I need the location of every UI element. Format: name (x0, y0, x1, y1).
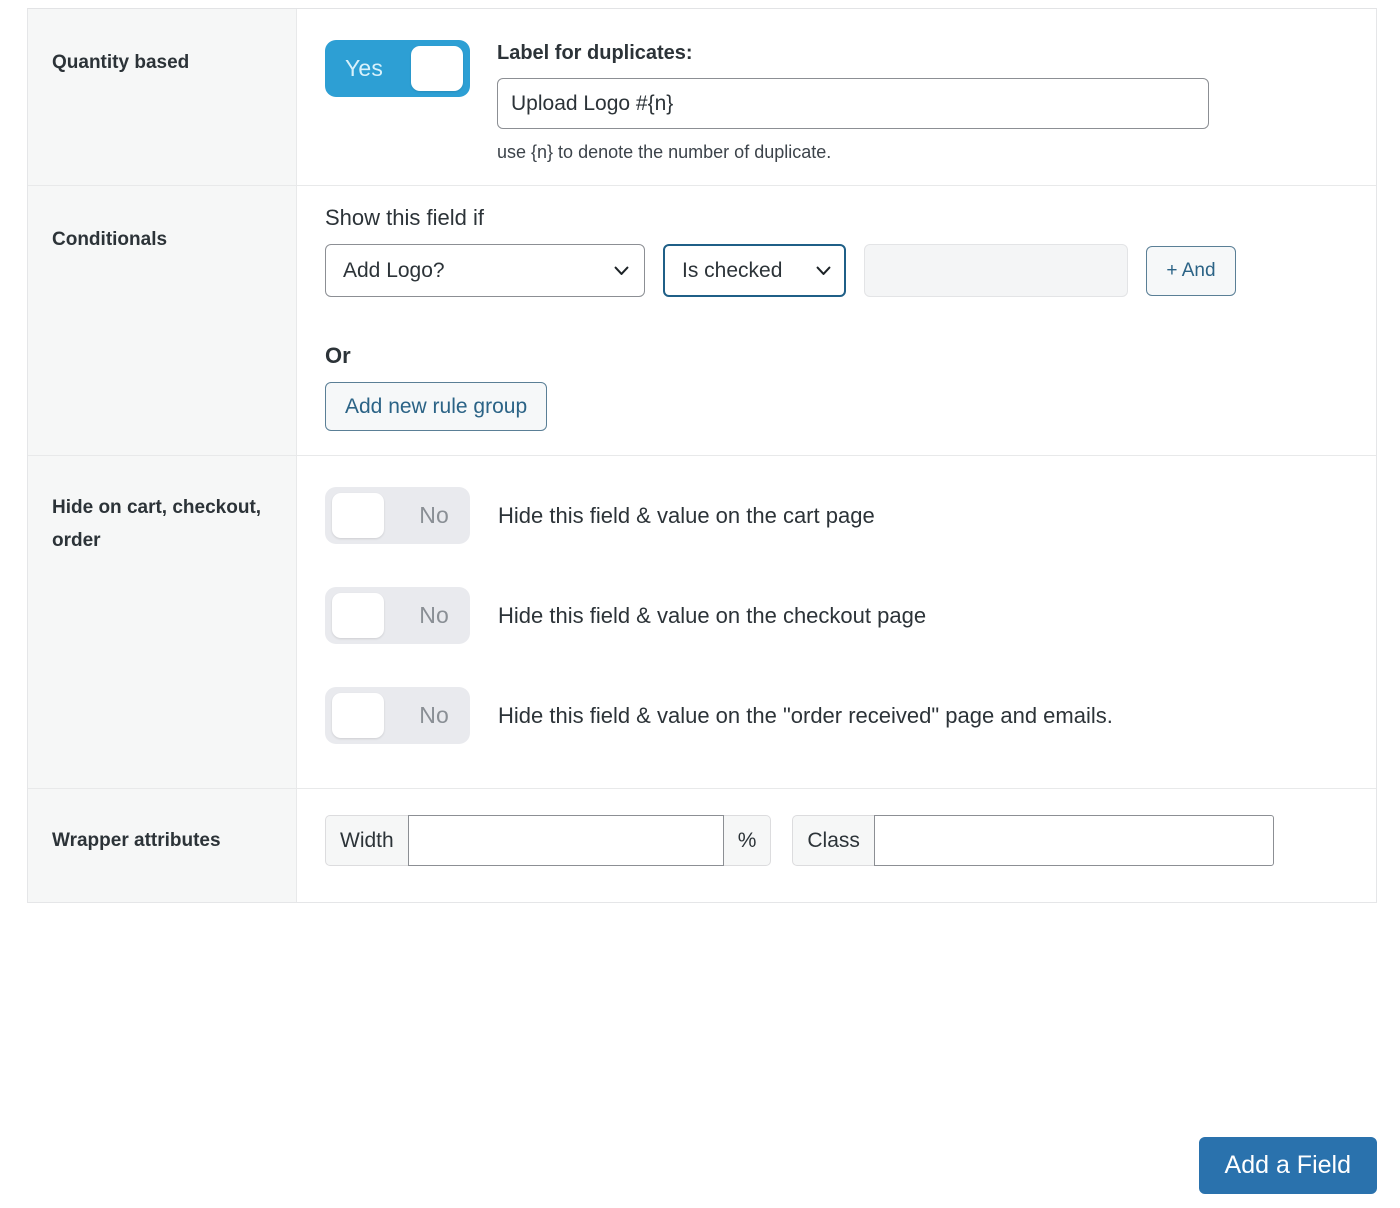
row-wrapper-attributes: Wrapper attributes Width % Class (28, 788, 1376, 902)
add-a-field-button[interactable]: Add a Field (1198, 1137, 1377, 1194)
wrapper-width-unit-label: % (723, 815, 772, 866)
add-new-rule-group-button[interactable]: Add new rule group (325, 382, 548, 431)
row-conditionals: Conditionals Show this field if Add Logo… (28, 185, 1376, 455)
wrapper-width-label: Width (325, 815, 408, 866)
toggle-knob (332, 693, 384, 738)
row-body-quantity-based: Yes Label for duplicates: use {n} to den… (297, 9, 1376, 185)
row-body-wrapper-attributes: Width % Class (297, 789, 1376, 902)
toggle-knob (332, 493, 384, 538)
quantity-based-toggle[interactable]: Yes (325, 40, 470, 97)
hide-on-order-received-toggle[interactable]: No (325, 687, 470, 744)
duplicates-label-input[interactable] (497, 78, 1209, 129)
conditional-rule-row: Add Logo? Is checked + And (325, 244, 1354, 297)
duplicates-label: Label for duplicates: (497, 42, 693, 64)
footer-actions: Add a Field (27, 1137, 1377, 1194)
hide-on-order-received-toggle-label: No (419, 702, 449, 728)
conditional-field-select[interactable]: Add Logo? (325, 244, 645, 297)
duplicates-group: Label for duplicates: use {n} to denote … (497, 40, 1209, 163)
wrapper-class-group: Class (792, 815, 1274, 866)
add-and-condition-button[interactable]: + And (1146, 246, 1236, 296)
row-label-wrapper-attributes: Wrapper attributes (28, 789, 297, 902)
conditionals-or-label: Or (325, 343, 351, 368)
row-label-conditionals: Conditionals (28, 186, 297, 455)
hide-on-cart-toggle-label: No (419, 502, 449, 528)
conditional-value-input[interactable] (864, 244, 1128, 297)
quantity-based-toggle-label: Yes (345, 55, 384, 81)
hide-on-order-received-description: Hide this field & value on the "order re… (498, 702, 1113, 728)
chevron-down-icon (614, 266, 629, 275)
chevron-down-icon (816, 266, 831, 275)
row-hide-on-cart-checkout-order: Hide on cart, checkout, order No Hide th… (28, 455, 1376, 788)
row-label-quantity-based: Quantity based (28, 9, 297, 185)
toggle-knob (332, 593, 384, 638)
wrapper-width-input[interactable] (407, 815, 724, 866)
hide-on-checkout-description: Hide this field & value on the checkout … (498, 602, 927, 628)
duplicates-help-text: use {n} to denote the number of duplicat… (497, 142, 832, 162)
wrapper-width-group: Width % (325, 815, 772, 866)
row-body-conditionals: Show this field if Add Logo? Is checked … (297, 186, 1376, 455)
wrapper-class-input[interactable] (873, 815, 1274, 866)
field-settings-table: Quantity based Yes Label for duplicates:… (27, 8, 1377, 903)
conditional-operator-select[interactable]: Is checked (663, 244, 846, 297)
hide-on-cart-toggle[interactable]: No (325, 487, 470, 544)
hide-on-order-received-item: No Hide this field & value on the "order… (325, 687, 1354, 744)
hide-on-checkout-item: No Hide this field & value on the checko… (325, 587, 1354, 644)
row-body-hide-on-cart: No Hide this field & value on the cart p… (297, 456, 1376, 788)
hide-on-checkout-toggle-label: No (419, 602, 449, 628)
row-quantity-based: Quantity based Yes Label for duplicates:… (28, 9, 1376, 185)
conditional-field-select-value: Add Logo? (343, 258, 445, 282)
toggle-knob (411, 46, 463, 91)
conditional-operator-select-value: Is checked (682, 258, 783, 282)
hide-on-cart-item: No Hide this field & value on the cart p… (325, 487, 1354, 544)
hide-on-checkout-toggle[interactable]: No (325, 587, 470, 644)
row-label-hide-on-cart: Hide on cart, checkout, order (28, 456, 297, 788)
wrapper-class-label: Class (792, 815, 874, 866)
conditionals-title: Show this field if (325, 205, 484, 230)
hide-on-cart-description: Hide this field & value on the cart page (498, 502, 875, 528)
